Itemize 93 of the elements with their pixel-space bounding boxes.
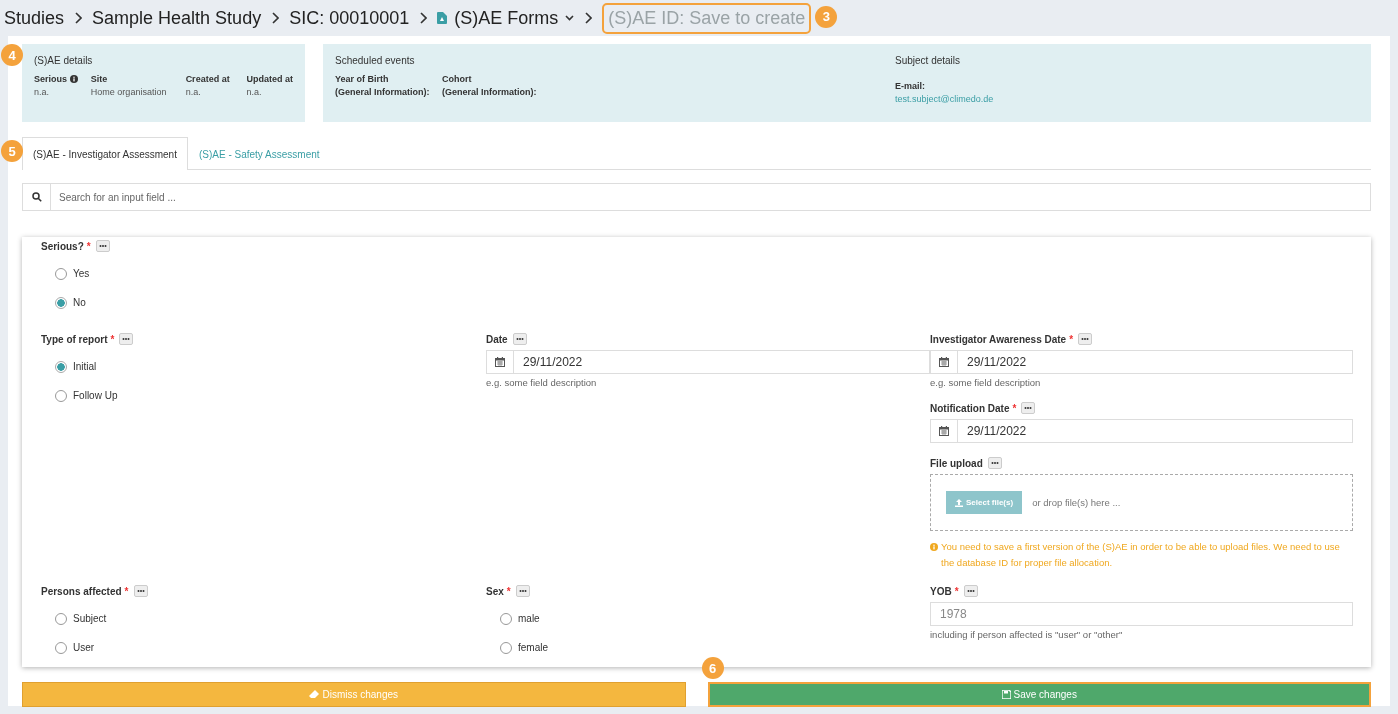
option-label: female bbox=[518, 642, 548, 653]
more-icon[interactable] bbox=[133, 585, 148, 597]
calendar-icon bbox=[495, 357, 505, 367]
field-label: YOB bbox=[930, 585, 952, 597]
field-label: Updated at bbox=[246, 74, 293, 84]
breadcrumb-dropdown[interactable]: (S)AE Forms bbox=[437, 7, 575, 29]
warning-icon bbox=[930, 543, 938, 551]
breadcrumb-current: (S)AE ID: Save to create bbox=[602, 2, 812, 34]
chevron-right-icon bbox=[271, 12, 280, 24]
breadcrumb-link[interactable]: SIC: 00010001 bbox=[289, 7, 410, 29]
date-field[interactable]: 29/11/2022 bbox=[930, 419, 1353, 443]
option-label: male bbox=[518, 613, 540, 624]
floppy-icon bbox=[1001, 690, 1011, 699]
number-field[interactable]: 1978 bbox=[930, 602, 1353, 626]
radio-button[interactable] bbox=[500, 641, 512, 654]
more-icon[interactable] bbox=[987, 457, 1002, 469]
option-label: Initial bbox=[73, 361, 97, 372]
step-badge: 4 bbox=[1, 44, 23, 66]
radio-button[interactable] bbox=[55, 267, 67, 280]
required-mark: * bbox=[1012, 402, 1017, 414]
field-label: Year of Birth bbox=[335, 74, 390, 84]
more-icon[interactable] bbox=[95, 240, 110, 252]
field-label: Serious? bbox=[41, 240, 84, 252]
tab[interactable]: (S)AE - Investigator Assessment bbox=[22, 137, 188, 170]
field-label: Site bbox=[90, 74, 109, 84]
field-label: Persons affected bbox=[41, 585, 122, 597]
field-value: n.a. bbox=[34, 87, 50, 97]
more-icon[interactable] bbox=[963, 585, 978, 597]
chevron-right-icon bbox=[419, 12, 428, 24]
step-badge: 5 bbox=[1, 140, 23, 162]
field-description: e.g. some field description bbox=[486, 377, 598, 388]
radio-button[interactable] bbox=[500, 612, 512, 625]
field-label: E-mail: bbox=[895, 81, 926, 91]
search-field[interactable]: Search for an input field ... bbox=[50, 183, 1371, 211]
more-icon[interactable] bbox=[512, 333, 527, 345]
required-mark: * bbox=[506, 585, 511, 597]
more-icon[interactable] bbox=[1078, 333, 1093, 345]
option-label: Follow Up bbox=[73, 390, 118, 401]
field-label: Created at bbox=[185, 74, 231, 84]
field-value: n.a. bbox=[246, 87, 263, 97]
chevron-right-icon bbox=[74, 12, 83, 24]
eraser-icon bbox=[309, 690, 320, 699]
radio-button[interactable] bbox=[55, 612, 67, 625]
more-icon[interactable] bbox=[515, 585, 530, 597]
option-label: Yes bbox=[73, 268, 90, 279]
calendar-icon bbox=[939, 426, 949, 436]
drop-zone[interactable]: Select file(s) or drop file(s) here ... bbox=[930, 474, 1353, 531]
field-label: Type of report bbox=[41, 333, 108, 345]
field-label: (General Information): bbox=[442, 87, 538, 97]
calendar-icon bbox=[939, 357, 949, 367]
field-label: Serious bbox=[34, 74, 91, 84]
breadcrumb-link[interactable]: Studies bbox=[4, 7, 65, 29]
document-icon bbox=[437, 12, 448, 24]
field-label: Sex bbox=[486, 585, 504, 597]
card-title: Subject details bbox=[895, 55, 961, 66]
field-description: e.g. some field description bbox=[930, 377, 1042, 388]
radio-button[interactable] bbox=[55, 296, 67, 309]
required-mark: * bbox=[1069, 333, 1074, 345]
field-label: (General Information): bbox=[335, 87, 431, 97]
option-label: Subject bbox=[73, 613, 107, 624]
option-label: No bbox=[73, 297, 86, 308]
caret-down-icon bbox=[565, 15, 575, 21]
field-label: File upload bbox=[930, 457, 983, 469]
card-title: (S)AE details bbox=[34, 55, 93, 66]
field-label: Notification Date bbox=[930, 402, 1010, 414]
field-value: n.a. bbox=[185, 87, 202, 97]
field-label: Investigator Awareness Date bbox=[930, 333, 1067, 345]
field-label: Cohort bbox=[442, 74, 473, 84]
search-icon bbox=[31, 192, 42, 202]
info-icon bbox=[70, 75, 78, 83]
field-value: Home organisation bbox=[90, 87, 168, 97]
required-mark: * bbox=[110, 333, 115, 345]
field-description: including if person affected is "user" or "other" bbox=[930, 629, 1124, 640]
warning-text: You need to save a first version of the (S)AE in order to be able to upload files. We need to use the database ID for proper file allocation. bbox=[941, 540, 1341, 570]
required-mark: * bbox=[954, 585, 959, 597]
upload-icon bbox=[955, 498, 963, 507]
more-icon[interactable] bbox=[119, 333, 134, 345]
date-field[interactable]: 29/11/2022 bbox=[930, 350, 1353, 374]
radio-button[interactable] bbox=[55, 389, 67, 402]
required-mark: * bbox=[86, 240, 91, 252]
radio-button[interactable] bbox=[55, 641, 67, 654]
option-label: User bbox=[73, 642, 95, 653]
step-badge: 3 bbox=[815, 5, 838, 28]
step-badge: 6 bbox=[701, 657, 724, 679]
card-title: Scheduled events bbox=[335, 55, 415, 66]
breadcrumb-link[interactable]: Sample Health Study bbox=[92, 7, 262, 29]
more-icon[interactable] bbox=[1021, 402, 1036, 414]
drop-hint: or drop file(s) here ... bbox=[1032, 497, 1121, 508]
field-label: Date bbox=[486, 333, 508, 345]
required-mark: * bbox=[124, 585, 129, 597]
radio-button[interactable] bbox=[55, 360, 67, 373]
date-field[interactable]: 29/11/2022 bbox=[486, 350, 930, 374]
chevron-right-icon bbox=[584, 12, 593, 24]
